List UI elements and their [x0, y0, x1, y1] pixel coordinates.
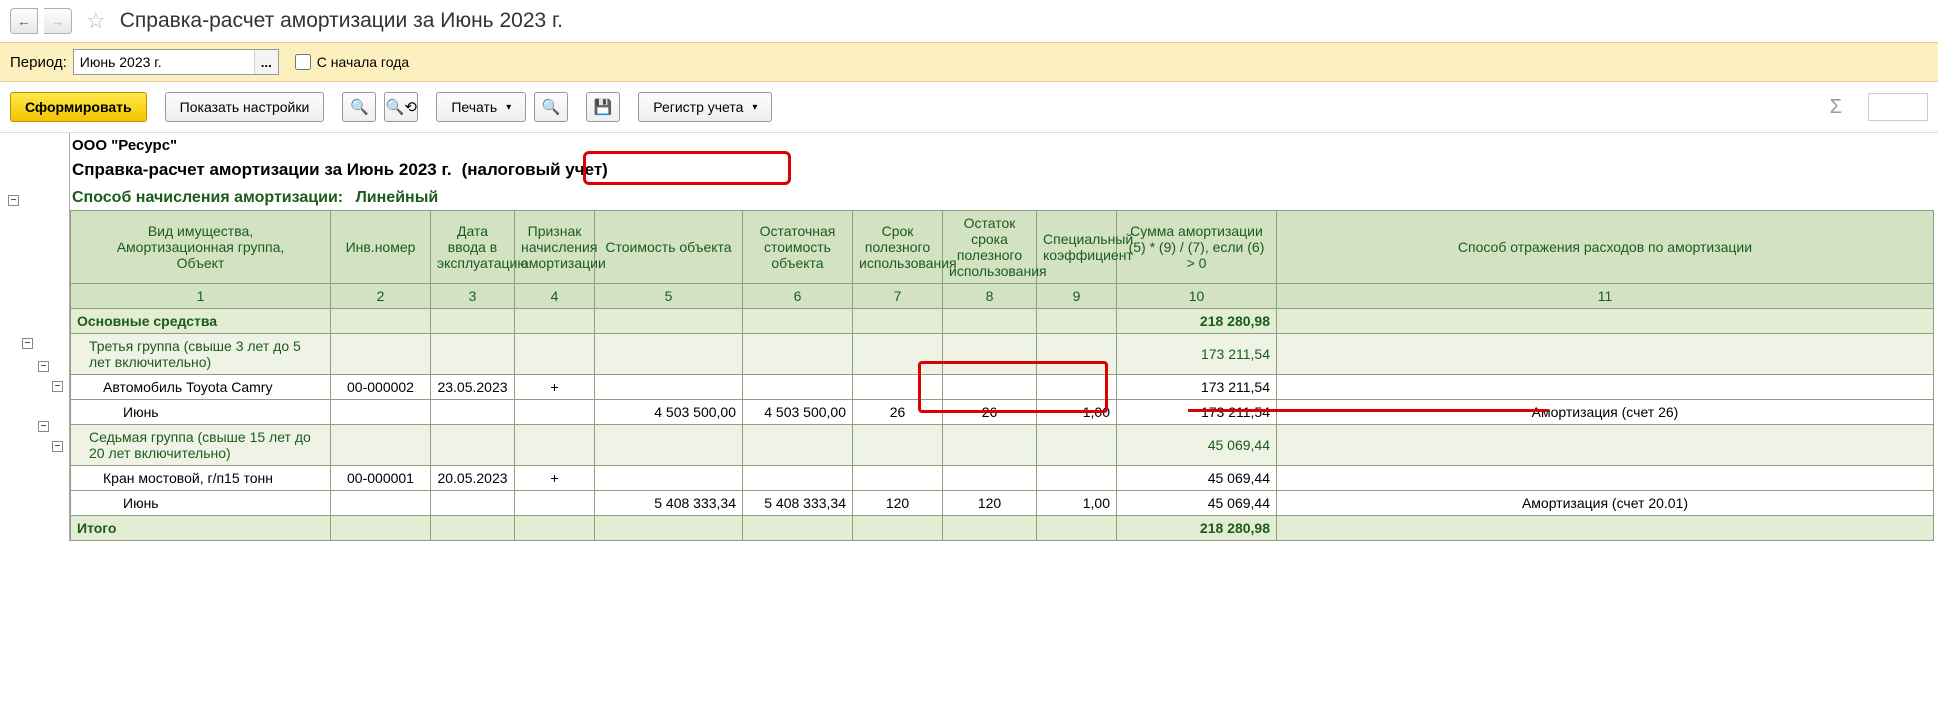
report-area: − − − − − − ООО "Ресурс" Справка-расчет …: [0, 133, 1938, 541]
sigma-icon[interactable]: Σ: [1822, 96, 1850, 119]
show-settings-button[interactable]: Показать настройки: [165, 92, 325, 122]
search-icon: 🔍: [350, 98, 369, 116]
col-header: Способ отражения расходов по амортизации: [1277, 211, 1934, 284]
from-start-checkbox-wrap: С начала года: [295, 54, 409, 70]
top-bar: ← → ☆ Справка-расчет амортизации за Июнь…: [0, 0, 1938, 42]
period-label: Период:: [10, 54, 67, 71]
tree-toggle[interactable]: −: [52, 381, 63, 392]
method-label: Способ начисления амортизации:: [72, 189, 343, 206]
col-header: Остаточная стоимость объекта: [743, 211, 853, 284]
depreciation-table: Вид имущества, Амортизационная группа, О…: [70, 210, 1934, 541]
total-row: Итого 218 280,98: [71, 516, 1934, 541]
toolbar: Сформировать Показать настройки 🔍 🔍⟲ Печ…: [0, 82, 1938, 133]
col-header: Инв.номер: [331, 211, 431, 284]
tree-toggle[interactable]: −: [38, 421, 49, 432]
col-header: Специальный коэффициент: [1037, 211, 1117, 284]
generate-button[interactable]: Сформировать: [10, 92, 147, 122]
period-picker-button[interactable]: ...: [254, 50, 278, 74]
col-header: Стоимость объекта: [595, 211, 743, 284]
subgroup-row[interactable]: Седьмая группа (свыше 15 лет до 20 лет в…: [71, 425, 1934, 466]
period-input[interactable]: [74, 52, 254, 72]
refresh-search-button[interactable]: 🔍⟲: [384, 92, 418, 122]
chevron-down-icon: ▾: [752, 102, 757, 113]
tree-toggle[interactable]: −: [22, 338, 33, 349]
sum-display[interactable]: [1868, 93, 1928, 121]
tree-column: − − − − − −: [4, 133, 70, 541]
refresh-icon: 🔍⟲: [386, 98, 417, 116]
month-row[interactable]: Июнь 5 408 333,34 5 408 333,34 120 120 1…: [71, 491, 1934, 516]
asset-row[interactable]: Автомобиль Toyota Camry 00-000002 23.05.…: [71, 375, 1934, 400]
back-button[interactable]: ←: [10, 8, 38, 34]
col-header: Признак начисления амортизации: [515, 211, 595, 284]
report-body: ООО "Ресурс" Справка-расчет амортизации …: [70, 133, 1934, 541]
chevron-down-icon: ▾: [506, 102, 511, 113]
tree-toggle[interactable]: −: [52, 441, 63, 452]
page-title: Справка-расчет амортизации за Июнь 2023 …: [120, 9, 563, 33]
report-title-prefix: Справка-расчет амортизации за Июнь 2023 …: [72, 160, 452, 180]
column-numbers-row: 1234 5678 91011: [71, 284, 1934, 309]
col-header: Вид имущества, Амортизационная группа, О…: [71, 211, 331, 284]
col-header: Срок полезного использования: [853, 211, 943, 284]
tree-toggle[interactable]: −: [8, 195, 19, 206]
subgroup-row[interactable]: Третья группа (свыше 3 лет до 5 лет вклю…: [71, 334, 1934, 375]
from-start-label: С начала года: [317, 54, 409, 70]
from-start-checkbox[interactable]: [295, 54, 311, 70]
tree-toggle[interactable]: −: [38, 361, 49, 372]
col-header: Остаток срока полезного использования: [943, 211, 1037, 284]
register-button[interactable]: Регистр учета▾: [638, 92, 772, 122]
org-name: ООО "Ресурс": [70, 133, 1934, 158]
asset-row[interactable]: Кран мостовой, г/п15 тонн 00-000001 20.0…: [71, 466, 1934, 491]
print-preview-button[interactable]: 🔍: [534, 92, 568, 122]
period-input-wrap: ...: [73, 49, 279, 75]
depreciation-method: Способ начисления амортизации: Линейный: [70, 186, 1934, 210]
print-button[interactable]: Печать▾: [436, 92, 526, 122]
search-icon-button[interactable]: 🔍: [342, 92, 376, 122]
method-value: Линейный: [356, 189, 439, 206]
preview-icon: 🔍: [542, 98, 561, 116]
filter-bar: Период: ... С начала года: [0, 42, 1938, 82]
col-header: Дата ввода в эксплуатацию: [431, 211, 515, 284]
group-row[interactable]: Основные средства 218 280,98: [71, 309, 1934, 334]
col-header: Сумма амортизации (5) * (9) / (7), если …: [1117, 211, 1277, 284]
tax-accounting-label: (налоговый учет): [458, 160, 612, 180]
report-title: Справка-расчет амортизации за Июнь 2023 …: [70, 158, 1934, 186]
favorite-star-icon[interactable]: ☆: [86, 8, 106, 34]
save-icon: 💾: [594, 98, 613, 116]
save-button[interactable]: 💾: [586, 92, 620, 122]
forward-button[interactable]: →: [44, 8, 72, 34]
month-row[interactable]: Июнь 4 503 500,00 4 503 500,00 26 26 1,0…: [71, 400, 1934, 425]
